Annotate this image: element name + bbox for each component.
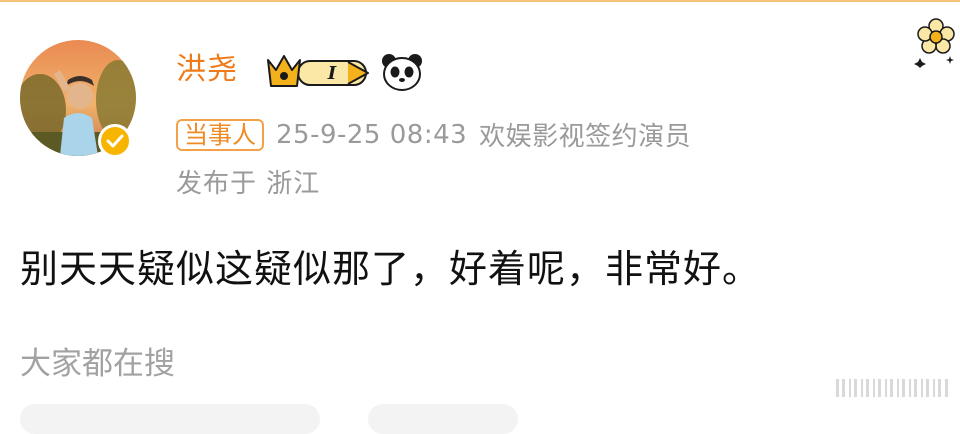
post-meta: 当事人 25-9-25 08:43 欢娱影视签约演员 (176, 116, 691, 153)
author-badges: I (264, 52, 424, 92)
role-tag: 当事人 (176, 118, 264, 151)
post-content: 别天天疑似这疑似那了，好着呢，非常好。 (20, 247, 762, 291)
verified-icon (98, 124, 132, 158)
svg-text:I: I (327, 63, 337, 84)
author-name[interactable]: 洪尧 (176, 50, 238, 90)
watermark-icon (836, 379, 948, 397)
search-suggestion-chip[interactable] (368, 404, 518, 434)
trending-search-heading: 大家都在搜 (20, 346, 175, 382)
panda-icon[interactable] (380, 52, 424, 92)
search-suggestion-chip[interactable] (20, 404, 320, 434)
post-timestamp: 25-9-25 08:43 (276, 119, 468, 150)
post-location: 发布于 浙江 (176, 169, 321, 199)
crown-badge-icon[interactable]: I (264, 52, 374, 92)
top-divider (0, 0, 960, 2)
post-source[interactable]: 欢娱影视签约演员 (479, 116, 691, 153)
flower-decoration-icon (914, 18, 955, 68)
